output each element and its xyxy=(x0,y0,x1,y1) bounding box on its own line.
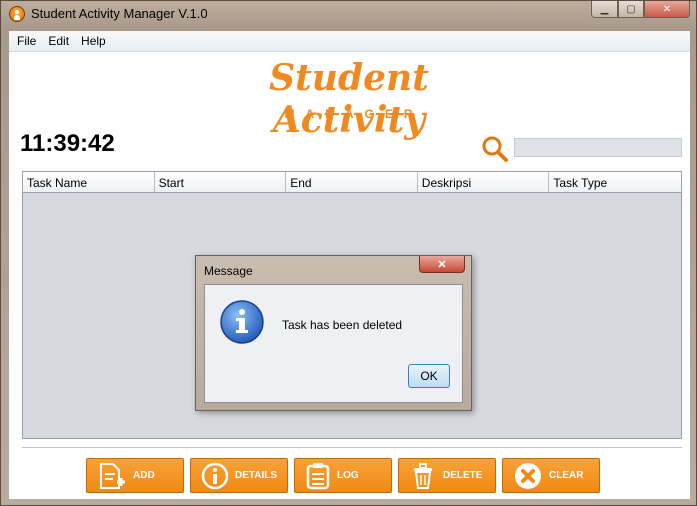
info-icon xyxy=(201,462,229,489)
clipboard-icon xyxy=(306,462,330,489)
delete-button-label: DELETE xyxy=(443,470,483,481)
dialog-message: Task has been deleted xyxy=(282,318,403,332)
clear-button-label: CLEAR xyxy=(549,470,584,481)
column-start[interactable]: Start xyxy=(155,172,287,192)
close-window-button[interactable]: ✕ xyxy=(644,1,690,18)
app-window: Student Activity Manager V.1.0 ▁ ▢ ✕ Fil… xyxy=(0,0,697,506)
menu-bar: File Edit Help xyxy=(9,31,690,52)
column-deskripsi[interactable]: Deskripsi xyxy=(418,172,550,192)
add-button[interactable]: ADD xyxy=(86,458,184,493)
clear-x-icon xyxy=(515,462,541,489)
menu-help[interactable]: Help xyxy=(77,34,110,48)
menu-file[interactable]: File xyxy=(13,34,40,48)
message-dialog: Message ✕ Task has been deleted OK xyxy=(195,255,472,411)
table-header: Task Name Start End Deskripsi Task Type xyxy=(23,172,681,193)
details-button[interactable]: DETAILS xyxy=(190,458,288,493)
column-end[interactable]: End xyxy=(286,172,418,192)
add-button-label: ADD xyxy=(133,470,155,481)
log-button[interactable]: LOG xyxy=(294,458,392,493)
clock-display: 11:39:42 xyxy=(20,130,115,157)
app-logo: Student Activity MANAGER xyxy=(199,57,499,141)
maximize-button[interactable]: ▢ xyxy=(618,1,644,18)
logo-title: Student Activity xyxy=(269,57,429,141)
ok-button[interactable]: OK xyxy=(408,364,450,388)
search-icon[interactable] xyxy=(481,135,509,163)
details-button-label: DETAILS xyxy=(235,470,278,481)
window-title: Student Activity Manager V.1.0 xyxy=(31,6,208,21)
column-task-name[interactable]: Task Name xyxy=(23,172,155,192)
delete-button[interactable]: DELETE xyxy=(398,458,496,493)
dialog-close-button[interactable]: ✕ xyxy=(419,256,465,273)
dialog-body: Task has been deleted OK xyxy=(204,284,463,403)
add-document-icon xyxy=(100,462,125,489)
column-task-type[interactable]: Task Type xyxy=(549,172,681,192)
dialog-title: Message xyxy=(204,264,253,278)
logo-subtitle: MANAGER xyxy=(284,107,424,121)
window-controls: ▁ ▢ ✕ xyxy=(591,1,690,18)
menu-edit[interactable]: Edit xyxy=(44,34,73,48)
clear-button[interactable]: CLEAR xyxy=(502,458,600,493)
minimize-button[interactable]: ▁ xyxy=(591,1,618,18)
title-bar[interactable]: Student Activity Manager V.1.0 ▁ ▢ ✕ xyxy=(1,1,696,27)
search-input[interactable] xyxy=(514,138,682,157)
info-icon xyxy=(220,300,264,344)
app-icon xyxy=(9,6,25,22)
divider xyxy=(22,447,682,448)
trash-icon xyxy=(414,462,432,489)
log-button-label: LOG xyxy=(337,470,359,481)
